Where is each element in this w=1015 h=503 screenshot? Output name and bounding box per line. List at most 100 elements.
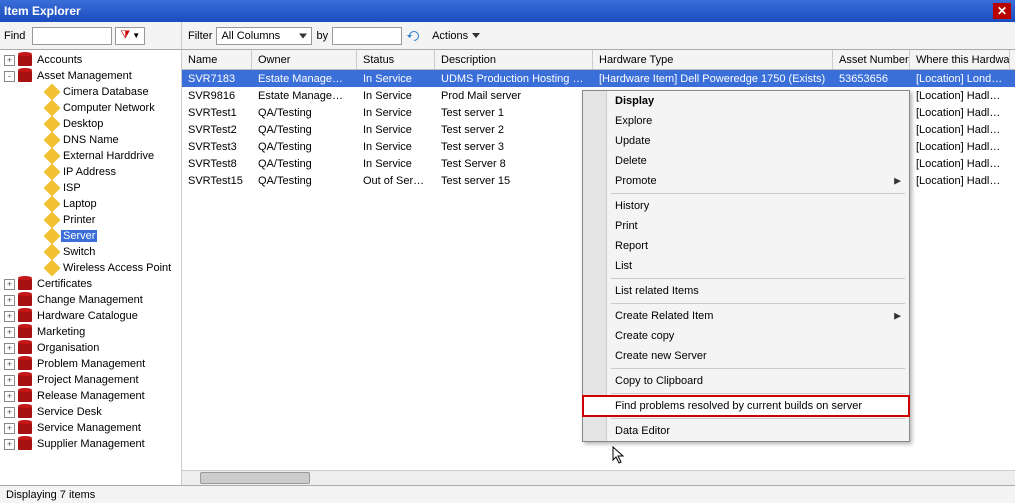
window-title: Item Explorer (4, 4, 81, 18)
tree-node-certificates[interactable]: + Certificates (2, 276, 179, 292)
expand-toggle[interactable]: + (4, 423, 15, 434)
expand-toggle[interactable]: - (4, 71, 15, 82)
horizontal-scrollbar[interactable] (182, 470, 1015, 485)
tree-node-dns-name[interactable]: DNS Name (2, 132, 179, 148)
tree-node-project-management[interactable]: +Project Management (2, 372, 179, 388)
tree-label: IP Address (61, 166, 118, 178)
menu-item-find-problems-resolved-by-current-builds-on-server[interactable]: Find problems resolved by current builds… (583, 396, 909, 416)
menu-item-list[interactable]: List (583, 256, 909, 276)
expand-toggle[interactable]: + (4, 55, 15, 66)
tree-node-server[interactable]: Server (2, 228, 179, 244)
cell: Test server 3 (435, 141, 593, 153)
tree-node-isp[interactable]: ISP (2, 180, 179, 196)
tree-label: Marketing (35, 326, 87, 338)
menu-item-promote[interactable]: Promote (583, 171, 909, 191)
tree-node-supplier-management[interactable]: +Supplier Management (2, 436, 179, 452)
cell: SVR7183 (182, 73, 252, 85)
menu-item-copy-to-clipboard[interactable]: Copy to Clipboard (583, 371, 909, 391)
context-menu[interactable]: DisplayExploreUpdateDeletePromote History… (582, 90, 910, 442)
column-header-asset-number[interactable]: Asset Number (833, 50, 910, 69)
expand-toggle[interactable]: + (4, 279, 15, 290)
tree-node-laptop[interactable]: Laptop (2, 196, 179, 212)
tree-node-problem-management[interactable]: + Problem Management (2, 356, 179, 372)
column-header-description[interactable]: Description (435, 50, 593, 69)
tree-node-marketing[interactable]: + Marketing (2, 324, 179, 340)
scrollbar-thumb[interactable] (200, 472, 310, 484)
menu-item-list-related-items[interactable]: List related Items (583, 281, 909, 301)
tree-node-service-desk[interactable]: + Service Desk (2, 404, 179, 420)
expand-toggle[interactable]: + (4, 327, 15, 338)
tree-node-computer-network[interactable]: Computer Network (2, 100, 179, 116)
actions-menu-button[interactable]: Actions (426, 26, 486, 46)
tree-node-release-management[interactable]: +Release Management (2, 388, 179, 404)
menu-item-create-related-item[interactable]: Create Related Item (583, 306, 909, 326)
tree-label: Asset Management (35, 70, 134, 82)
tree-label: Problem Management (35, 358, 147, 370)
cell: SVRTest8 (182, 158, 252, 170)
tree-label: Certificates (35, 278, 94, 290)
tree-label: Service Desk (35, 406, 104, 418)
find-filter-button[interactable]: ⧩▼ (115, 27, 145, 45)
tree-node-wireless-access-point[interactable]: Wireless Access Point (2, 260, 179, 276)
filter-value-input[interactable] (332, 27, 402, 45)
cell: [Hardware Item] Dell Poweredge 1750 (Exi… (593, 73, 833, 85)
expand-toggle[interactable]: + (4, 311, 15, 322)
tree-node-service-management[interactable]: +Service Management (2, 420, 179, 436)
tree-node-desktop[interactable]: Desktop (2, 116, 179, 132)
cell: Estate Management (252, 73, 357, 85)
cell: [Location] Hadlow D (910, 158, 1010, 170)
database-icon (18, 310, 32, 322)
column-header-owner[interactable]: Owner (252, 50, 357, 69)
menu-separator (611, 418, 905, 419)
menu-item-display[interactable]: Display (583, 91, 909, 111)
expand-toggle[interactable]: + (4, 343, 15, 354)
menu-item-update[interactable]: Update (583, 131, 909, 151)
tree-node-switch[interactable]: Switch (2, 244, 179, 260)
menu-item-create-copy[interactable]: Create copy (583, 326, 909, 346)
menu-item-print[interactable]: Print (583, 216, 909, 236)
expand-toggle[interactable]: + (4, 295, 15, 306)
tree-label: Printer (61, 214, 97, 226)
tree-node-change-management[interactable]: +Change Management (2, 292, 179, 308)
cell: In Service (357, 73, 435, 85)
menu-item-explore[interactable]: Explore (583, 111, 909, 131)
expand-toggle[interactable]: + (4, 439, 15, 450)
tree-view[interactable]: +Accounts - Asset Management Cimera Databas… (0, 50, 182, 485)
column-header-hardware-type[interactable]: Hardware Type (593, 50, 833, 69)
menu-item-delete[interactable]: Delete (583, 151, 909, 171)
expand-toggle[interactable]: + (4, 391, 15, 402)
item-type-icon (44, 180, 61, 197)
column-header-status[interactable]: Status (357, 50, 435, 69)
menu-item-create-new-server[interactable]: Create new Server (583, 346, 909, 366)
find-label: Find (4, 30, 29, 42)
close-button[interactable]: ✕ (993, 3, 1011, 19)
cell: Test Server 8 (435, 158, 593, 170)
cell: QA/Testing (252, 158, 357, 170)
tree-node-accounts[interactable]: +Accounts (2, 52, 179, 68)
column-header-name[interactable]: Name (182, 50, 252, 69)
table-row[interactable]: SVR7183Estate ManagementIn ServiceUDMS P… (182, 70, 1015, 87)
tree-node-printer[interactable]: Printer (2, 212, 179, 228)
tree-node-hardware-catalogue[interactable]: +Hardware Catalogue (2, 308, 179, 324)
tree-node-external-harddrive[interactable]: External Harddrive (2, 148, 179, 164)
tree-node-cimera-database[interactable]: Cimera Database (2, 84, 179, 100)
cell: SVRTest3 (182, 141, 252, 153)
menu-item-history[interactable]: History (583, 196, 909, 216)
refresh-icon[interactable] (406, 28, 422, 44)
expand-toggle[interactable]: + (4, 407, 15, 418)
cell: In Service (357, 90, 435, 102)
tree-node-ip-address[interactable]: IP Address (2, 164, 179, 180)
find-input[interactable] (32, 27, 112, 45)
filter-section: Filter All Columns by Actions (182, 22, 1015, 49)
expand-toggle[interactable]: + (4, 359, 15, 370)
expand-toggle[interactable]: + (4, 375, 15, 386)
column-header-where-this-hardware[interactable]: Where this Hardware (910, 50, 1010, 69)
cell: [Location] Hadlow D (910, 175, 1010, 187)
tree-node-organisation[interactable]: +Organisation (2, 340, 179, 356)
menu-item-report[interactable]: Report (583, 236, 909, 256)
tree-node-asset-management[interactable]: - Asset Management (2, 68, 179, 84)
cell: [Location] Hadlow D (910, 107, 1010, 119)
menu-item-data-editor[interactable]: Data Editor (583, 421, 909, 441)
filter-column-select[interactable]: All Columns (216, 27, 312, 45)
cell: QA/Testing (252, 175, 357, 187)
